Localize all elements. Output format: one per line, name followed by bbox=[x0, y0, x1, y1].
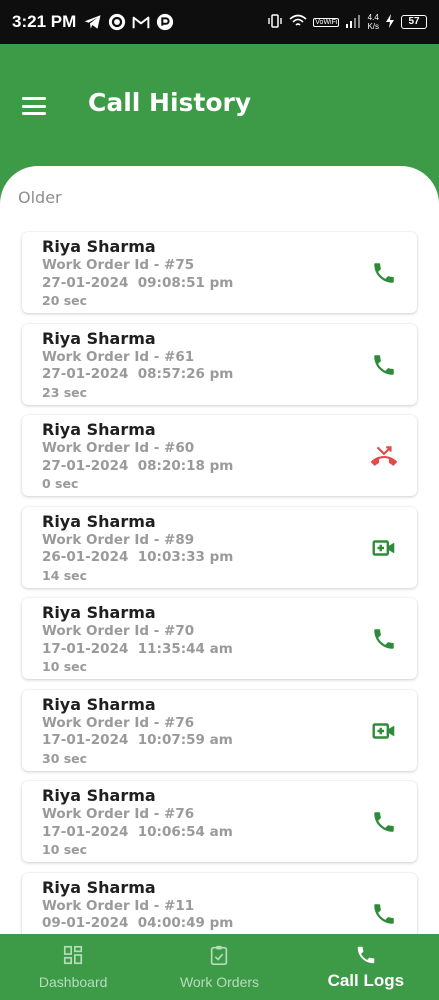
call-log-item[interactable]: Riya Sharma Work Order Id - #89 26-01-2024… bbox=[22, 506, 417, 588]
call-datetime: 17-01-2024 10:07:59 am bbox=[42, 732, 233, 748]
work-order-id: Work Order Id - #75 bbox=[42, 257, 195, 273]
call-datetime: 17-01-2024 11:35:44 am bbox=[42, 640, 233, 657]
caller-name: Riya Sharma bbox=[42, 237, 156, 256]
work-order-id: Work Order Id - #70 bbox=[42, 623, 195, 639]
work-order-id: Work Order Id - #60 bbox=[42, 440, 195, 456]
circle-app-icon bbox=[108, 13, 126, 31]
nav-label: Work Orders bbox=[179, 974, 260, 990]
nav-item-dashboard[interactable]: Dashboard bbox=[0, 934, 146, 1000]
gmail-icon bbox=[132, 13, 150, 31]
status-time: 3:21 PM bbox=[12, 12, 77, 31]
call-log-item[interactable]: Riya Sharma Work Order Id - #11 09-01-2024… bbox=[22, 872, 417, 934]
caller-name: Riya Sharma bbox=[42, 511, 156, 531]
work-order-id: Work Order Id - #11 bbox=[42, 897, 195, 914]
net-speed-unit: K/s bbox=[367, 22, 379, 31]
section-label: Older bbox=[18, 188, 62, 207]
call-log-item[interactable]: Riya Sharma Work Order Id - #61 27-01-2024… bbox=[22, 323, 417, 405]
caller-name: Riya Sharma bbox=[42, 328, 156, 348]
call-list: Riya Sharma Work Order Id - #75 27-01-2024… bbox=[22, 232, 417, 934]
work-order-id: Work Order Id - #61 bbox=[42, 348, 195, 365]
wifi-icon bbox=[289, 13, 307, 32]
nav-item-work-orders[interactable]: Work Orders bbox=[146, 934, 292, 1000]
call-duration: 0 sec bbox=[42, 476, 79, 491]
battery-level: 57 bbox=[401, 15, 427, 29]
call-datetime: 27-01-2024 08:20:18 pm bbox=[42, 457, 234, 474]
caller-name: Riya Sharma bbox=[42, 694, 156, 714]
phone-icon[interactable] bbox=[371, 809, 397, 835]
call-datetime: 27-01-2024 09:08:51 pm bbox=[42, 274, 234, 291]
bottom-navigation: Dashboard Work Orders Call Logs bbox=[0, 934, 439, 1000]
call-duration: 10 sec bbox=[42, 842, 88, 857]
notification-icons bbox=[84, 13, 174, 31]
nav-label: Call Logs bbox=[327, 971, 405, 990]
call-duration: 10 sec bbox=[42, 659, 88, 674]
phone-icon[interactable] bbox=[371, 901, 397, 927]
clipboard-check-icon bbox=[208, 944, 230, 966]
charging-icon bbox=[385, 13, 395, 31]
call-log-item[interactable]: Riya Sharma Work Order Id - #76 17-01-2024… bbox=[22, 781, 417, 862]
call-duration: 30 sec bbox=[42, 750, 88, 766]
net-speed: 4.4 K/s bbox=[367, 13, 379, 31]
phone-icon[interactable] bbox=[371, 260, 397, 286]
caller-name: Riya Sharma bbox=[42, 786, 156, 805]
page-title: Call History bbox=[88, 88, 252, 117]
call-datetime: 26-01-2024 10:03:33 pm bbox=[42, 549, 234, 565]
phone-icon[interactable] bbox=[371, 352, 397, 378]
signal-icon bbox=[345, 14, 361, 31]
work-order-id: Work Order Id - #76 bbox=[42, 714, 195, 731]
call-log-item[interactable]: Riya Sharma Work Order Id - #60 27-01-2024… bbox=[22, 415, 417, 496]
nav-label: Dashboard bbox=[38, 974, 108, 990]
hamburger-icon[interactable] bbox=[20, 94, 48, 118]
call-datetime: 27-01-2024 08:57:26 pm bbox=[42, 366, 234, 382]
status-bar: 3:21 PM VoWiFi 4.4 K/s 57 bbox=[0, 0, 439, 44]
app-header: Call History bbox=[0, 44, 439, 166]
work-order-id: Work Order Id - #76 bbox=[42, 806, 195, 822]
video-call-icon[interactable] bbox=[371, 535, 397, 561]
vibrate-icon bbox=[267, 13, 283, 32]
call-datetime: 17-01-2024 10:06:54 am bbox=[42, 823, 233, 840]
nav-item-call-logs[interactable]: Call Logs bbox=[293, 934, 439, 1000]
phone-icon bbox=[355, 944, 377, 966]
missed-call-icon[interactable] bbox=[371, 443, 397, 469]
caller-name: Riya Sharma bbox=[42, 877, 156, 897]
call-duration: 14 sec bbox=[42, 567, 88, 583]
call-log-item[interactable]: Riya Sharma Work Order Id - #70 17-01-2024… bbox=[22, 598, 417, 679]
telegram-icon bbox=[84, 13, 102, 31]
app-icon bbox=[156, 13, 174, 31]
call-log-item[interactable]: Riya Sharma Work Order Id - #75 27-01-2024… bbox=[22, 232, 417, 313]
video-call-icon[interactable] bbox=[371, 718, 397, 744]
call-datetime: 09-01-2024 04:00:49 pm bbox=[42, 915, 234, 931]
net-speed-value: 4.4 bbox=[367, 13, 379, 22]
caller-name: Riya Sharma bbox=[42, 420, 156, 439]
call-log-item[interactable]: Riya Sharma Work Order Id - #76 17-01-2024… bbox=[22, 689, 417, 771]
dashboard-icon bbox=[62, 944, 84, 966]
caller-name: Riya Sharma bbox=[42, 603, 156, 622]
call-duration: 23 sec bbox=[42, 384, 88, 400]
phone-icon[interactable] bbox=[371, 626, 397, 652]
call-history-panel: Older Riya Sharma Work Order Id - #75 27-0… bbox=[0, 166, 439, 934]
system-status: VoWiFi 4.4 K/s 57 bbox=[267, 13, 427, 32]
work-order-id: Work Order Id - #89 bbox=[42, 531, 195, 548]
vowifi-label: VoWiFi bbox=[313, 17, 340, 27]
call-duration: 20 sec bbox=[42, 293, 88, 308]
